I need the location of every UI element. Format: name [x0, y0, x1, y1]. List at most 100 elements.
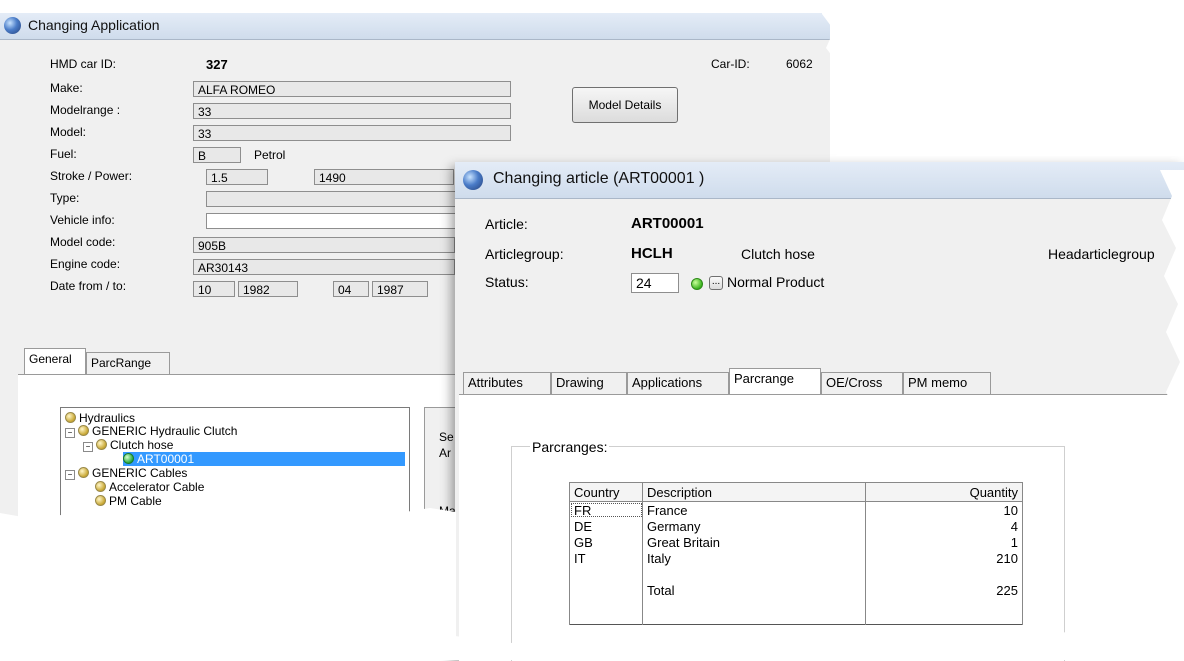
date-to-year-field[interactable]: 1987 — [372, 281, 428, 297]
app-globe-icon — [4, 17, 21, 34]
application-window-title: Changing Application — [28, 17, 160, 33]
status-code-field[interactable]: 24 — [631, 273, 679, 293]
status-browse-button[interactable]: ... — [709, 276, 723, 290]
table-row[interactable] — [569, 598, 1023, 625]
tab-pm-memo[interactable]: PM memo — [903, 372, 991, 394]
collapse-icon[interactable]: − — [65, 428, 75, 438]
description-cell[interactable]: Germany — [642, 518, 866, 534]
tab-pm-memo-label: PM memo — [908, 375, 968, 390]
date-from-year-field[interactable]: 1982 — [238, 281, 298, 297]
description-cell[interactable]: France — [642, 501, 866, 518]
tree-node-pm-cable[interactable]: PM Cable — [95, 494, 162, 508]
articlegroup-code: HCLH — [631, 245, 673, 262]
quantity-cell[interactable]: 10 — [865, 501, 1023, 518]
table-row[interactable]: FR France 10 — [569, 501, 1023, 518]
make-field[interactable]: ALFA ROMEO — [193, 81, 511, 97]
article-label: Article: — [485, 216, 528, 232]
collapse-icon[interactable]: − — [83, 442, 93, 452]
modelrange-field[interactable]: 33 — [193, 103, 511, 119]
tree-node-label: GENERIC Cables — [92, 466, 188, 480]
tab-general[interactable]: General — [24, 348, 86, 374]
quantity-cell[interactable] — [865, 566, 1023, 582]
article-window-title: Changing article (ART00001 ) — [493, 170, 705, 187]
quantity-cell[interactable]: 1 — [865, 534, 1023, 550]
fuel-code-field[interactable]: B — [193, 147, 241, 163]
tab-applications[interactable]: Applications — [627, 372, 729, 394]
tree-node-accelerator-cable[interactable]: Accelerator Cable — [95, 480, 204, 494]
engine-code-label: Engine code: — [50, 257, 121, 271]
vehicle-info-label: Vehicle info: — [50, 213, 115, 227]
tab-attributes[interactable]: Attributes — [463, 372, 551, 394]
side-label-se: Se — [439, 430, 454, 444]
table-row[interactable] — [569, 566, 1023, 582]
articlegroup-label: Articlegroup: — [485, 246, 564, 262]
tree-node-clutch-hose[interactable]: − Clutch hose — [83, 438, 173, 452]
fuel-text: Petrol — [254, 148, 286, 162]
bulb-icon — [78, 467, 89, 478]
category-tree[interactable]: Hydraulics − GENERIC Hydraulic Clutch − Cl… — [60, 407, 410, 535]
tab-oe-cross-label: OE/Cross — [826, 375, 883, 390]
vehicle-info-field[interactable] — [206, 213, 456, 229]
date-from-month-field[interactable]: 10 — [193, 281, 235, 297]
tree-node-generic-hydraulic-clutch[interactable]: − GENERIC Hydraulic Clutch — [65, 424, 237, 438]
tree-node-label: Hydraulics — [79, 411, 136, 425]
country-cell[interactable]: FR — [569, 501, 643, 518]
country-cell[interactable]: DE — [569, 518, 643, 534]
total-quantity-cell[interactable]: 225 — [865, 582, 1023, 598]
quantity-cell[interactable]: 210 — [865, 550, 1023, 566]
tree-node-generic-cables[interactable]: − GENERIC Cables — [65, 466, 187, 480]
tab-parcrange-active[interactable]: Parcrange — [729, 368, 821, 394]
quantity-cell[interactable]: 4 — [865, 518, 1023, 534]
model-details-button[interactable]: Model Details — [572, 87, 678, 123]
engine-code-field[interactable]: AR30143 — [193, 259, 455, 275]
table-row[interactable]: GB Great Britain 1 — [569, 534, 1023, 550]
table-header-row: Country Description Quantity — [569, 482, 1023, 502]
column-header-quantity[interactable]: Quantity — [865, 482, 1023, 502]
fuel-label: Fuel: — [50, 147, 77, 161]
type-label: Type: — [50, 191, 80, 205]
description-cell[interactable] — [642, 566, 866, 582]
country-cell[interactable]: IT — [569, 550, 643, 566]
headarticlegroup-label: Headarticlegroup — [1048, 246, 1155, 262]
tab-parcrange[interactable]: ParcRange — [86, 352, 170, 374]
tab-applications-label: Applications — [632, 375, 703, 390]
tree-node-label: Accelerator Cable — [109, 480, 205, 494]
country-cell[interactable] — [569, 582, 643, 598]
table-row[interactable]: IT Italy 210 — [569, 550, 1023, 566]
parcranges-label: Parcranges: — [530, 439, 610, 455]
country-cell[interactable]: GB — [569, 534, 643, 550]
tree-node-label: GENERIC Hydraulic Clutch — [92, 424, 238, 438]
description-cell[interactable]: Italy — [642, 550, 866, 566]
power-field[interactable]: 1490 — [314, 169, 454, 185]
tab-parcrange-label: Parcrange — [734, 371, 794, 386]
tab-attributes-label: Attributes — [468, 375, 523, 390]
model-code-field[interactable]: 905B — [193, 237, 455, 253]
description-cell[interactable]: Great Britain — [642, 534, 866, 550]
column-header-country[interactable]: Country — [569, 482, 643, 502]
tree-node-label: Clutch hose — [110, 438, 174, 452]
modelrange-label: Modelrange : — [50, 103, 121, 117]
car-id-label: Car-ID: — [711, 57, 750, 71]
tree-node-hydraulics[interactable]: Hydraulics — [65, 411, 135, 425]
collapse-icon[interactable]: − — [65, 470, 75, 480]
status-text: Normal Product — [727, 274, 825, 290]
date-to-month-field[interactable]: 04 — [333, 281, 369, 297]
article-value: ART00001 — [631, 215, 704, 232]
article-titlebar[interactable]: Changing article (ART00001 ) — [455, 162, 1184, 199]
tab-oe-cross[interactable]: OE/Cross — [821, 372, 903, 394]
total-label-cell[interactable]: Total — [642, 582, 866, 598]
tab-drawing[interactable]: Drawing — [551, 372, 627, 394]
table-row[interactable]: DE Germany 4 — [569, 518, 1023, 534]
country-cell[interactable] — [569, 566, 643, 582]
type-field[interactable] — [206, 191, 456, 207]
stroke-power-label: Stroke / Power: — [50, 169, 133, 183]
model-field[interactable]: 33 — [193, 125, 511, 141]
table-total-row[interactable]: Total 225 — [569, 582, 1023, 598]
date-from-to-label: Date from / to: — [50, 279, 127, 293]
application-titlebar[interactable]: Changing Application — [0, 13, 830, 40]
stroke-field[interactable]: 1.5 — [206, 169, 268, 185]
parcrange-table[interactable]: Country Description Quantity FR France 1… — [569, 482, 1023, 625]
tree-node-art00001[interactable]: ART00001 — [123, 452, 405, 466]
changing-article-window: Changing article (ART00001 ) Article: AR… — [455, 162, 1184, 661]
column-header-description[interactable]: Description — [642, 482, 866, 502]
